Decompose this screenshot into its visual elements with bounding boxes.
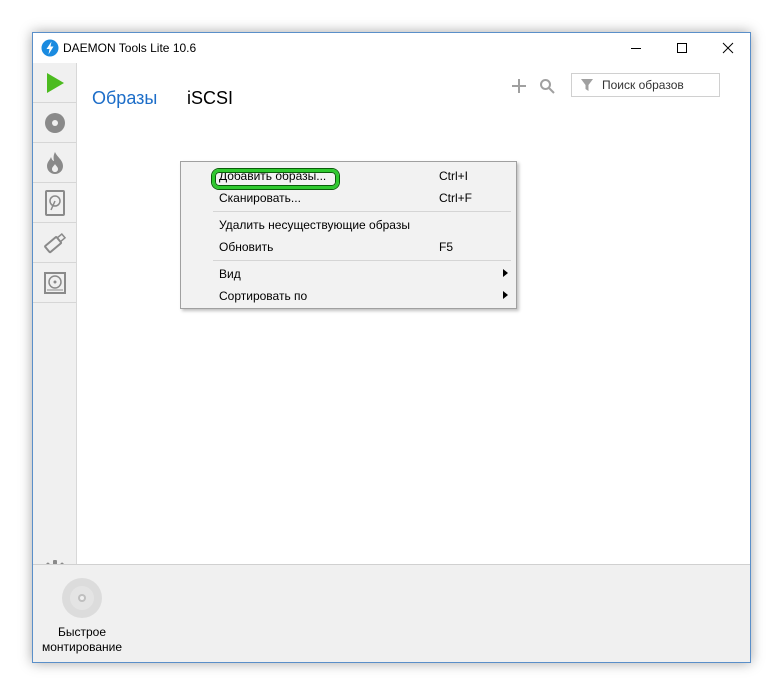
daemon-tools-logo-icon [41,39,59,57]
sidebar-item-play[interactable] [33,63,76,103]
search-button[interactable] [537,76,557,96]
menu-item-view[interactable]: Вид [181,263,516,285]
menu-item-label: Сканировать... [219,191,301,205]
window-title: DAEMON Tools Lite 10.6 [63,41,197,55]
close-icon [722,42,734,54]
minimize-button[interactable] [613,33,659,63]
menu-item-refresh[interactable]: Обновить F5 [181,236,516,258]
menu-item-scan[interactable]: Сканировать... Ctrl+F [181,187,516,209]
disc-icon [44,112,65,133]
sidebar-item-usb[interactable] [33,223,76,263]
tab-iscsi[interactable]: iSCSI [187,88,233,109]
usb-icon [43,232,66,253]
sidebar-item-disc[interactable] [33,103,76,143]
submenu-arrow-icon [503,291,508,299]
plus-icon [512,79,526,93]
image-search-box[interactable] [571,73,720,97]
app-window: DAEMON Tools Lite 10.6 Образы iSCSI Поис… [32,32,751,663]
title-bar[interactable]: DAEMON Tools Lite 10.6 [33,33,750,63]
sidebar-item-virtual-hdd[interactable] [33,183,76,223]
menu-item-label: Обновить [219,240,274,254]
flame-icon [46,151,63,174]
menu-item-sort-by[interactable]: Сортировать по [181,285,516,307]
menu-item-label: Сортировать по [219,289,308,303]
maximize-icon [677,43,687,53]
search-input[interactable] [602,76,714,94]
quick-mount-button[interactable]: Быстрое монтирование [33,565,131,661]
filter-icon [581,79,593,91]
menu-item-add-images[interactable]: Добавить образы... Ctrl+I [181,165,516,189]
context-menu: Добавить образы... Ctrl+I Сканировать...… [180,161,517,309]
sidebar-item-burn[interactable] [33,143,76,183]
sidebar-item-cd-drive[interactable] [33,263,76,303]
menu-item-shortcut: Ctrl+F [439,191,472,205]
sidebar [33,63,77,584]
cd-drive-icon [43,271,66,294]
add-image-button[interactable] [509,76,529,96]
submenu-arrow-icon [503,269,508,277]
menu-item-label: Удалить несуществующие образы [219,218,410,232]
minimize-icon [631,48,641,49]
tab-images[interactable]: Образы [92,88,157,109]
quick-mount-disc-icon [62,578,102,618]
menu-separator [213,260,511,261]
quick-mount-label: Быстрое монтирование [41,625,122,654]
search-icon [540,79,555,94]
play-icon [46,72,64,93]
hard-drive-icon [44,189,65,216]
menu-separator [213,211,511,212]
maximize-button[interactable] [659,33,705,63]
menu-item-shortcut: Ctrl+I [439,169,469,183]
menu-item-shortcut: F5 [439,240,454,254]
menu-item-remove-missing[interactable]: Удалить несуществующие образы [181,214,516,236]
highlight-outline [212,169,339,189]
menu-item-label: Вид [219,267,241,281]
close-button[interactable] [705,33,751,63]
bottom-panel: Быстрое монтирование [33,564,750,662]
